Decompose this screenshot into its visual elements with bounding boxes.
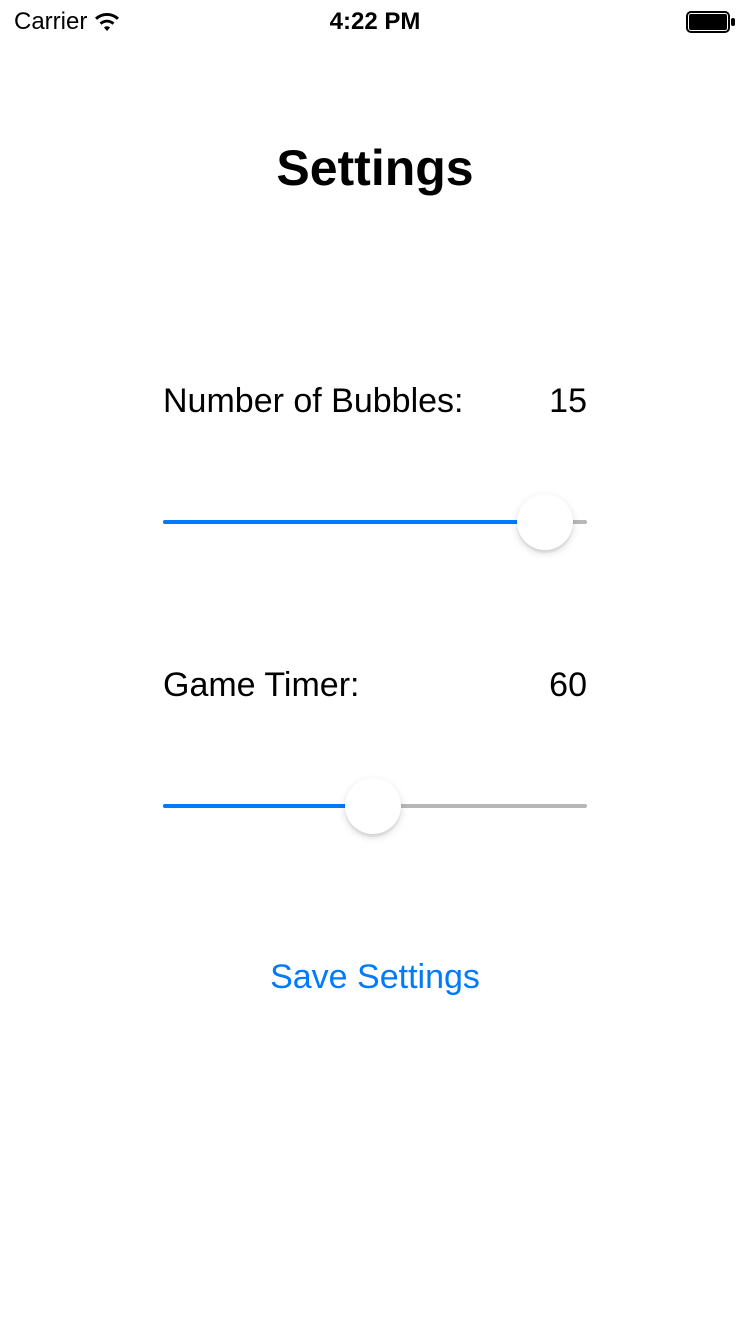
bubbles-slider[interactable] [163, 493, 587, 551]
settings-content: Number of Bubbles: 15 Game Timer: 60 [0, 382, 750, 835]
status-bar: Carrier 4:22 PM [0, 0, 750, 44]
timer-value: 60 [549, 666, 587, 705]
bubbles-label: Number of Bubbles: [163, 382, 464, 421]
status-bar-time: 4:22 PM [330, 8, 421, 36]
timer-label: Game Timer: [163, 666, 359, 705]
slider-thumb[interactable] [345, 778, 401, 834]
timer-row: Game Timer: 60 [163, 666, 587, 705]
timer-slider[interactable] [163, 777, 587, 835]
bubbles-value: 15 [549, 382, 587, 421]
slider-fill [163, 520, 536, 524]
carrier-label: Carrier [14, 8, 87, 36]
page-title: Settings [0, 139, 750, 197]
save-button[interactable]: Save Settings [0, 958, 750, 997]
wifi-icon [95, 13, 119, 31]
bubbles-row: Number of Bubbles: 15 [163, 382, 587, 421]
battery-icon [686, 11, 736, 33]
slider-thumb[interactable] [517, 494, 573, 550]
slider-fill [163, 804, 354, 808]
status-bar-left: Carrier [14, 8, 119, 36]
status-bar-right [686, 11, 736, 33]
